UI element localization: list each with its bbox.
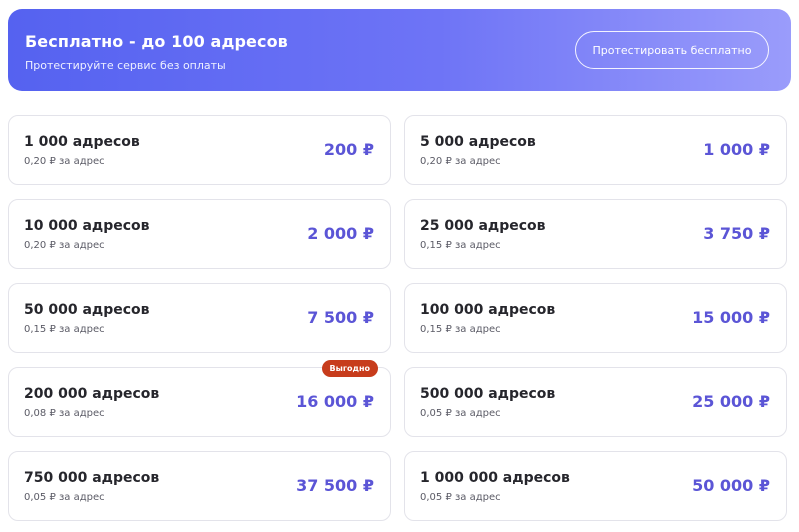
- plan-amount: 200 000 адресов: [24, 386, 160, 402]
- plan-card-10000[interactable]: 10 000 адресов 0,20 ₽ за адрес 2 000 ₽: [8, 199, 391, 269]
- plan-rate: 0,20 ₽ за адрес: [24, 156, 105, 167]
- plan-price: 16 000 ₽: [296, 392, 374, 411]
- plan-rate: 0,20 ₽ за адрес: [24, 240, 105, 251]
- plan-price: 7 500 ₽: [307, 308, 374, 327]
- plan-amount: 1 000 000 адресов: [420, 470, 570, 486]
- banner-title: Бесплатно - до 100 адресов: [25, 32, 288, 51]
- plan-rate: 0,15 ₽ за адрес: [24, 324, 105, 335]
- plan-amount: 1 000 адресов: [24, 134, 140, 150]
- plan-price: 1 000 ₽: [703, 140, 770, 159]
- plan-price: 15 000 ₽: [692, 308, 770, 327]
- plan-card-100000[interactable]: 100 000 адресов 0,15 ₽ за адрес 15 000 ₽: [404, 283, 787, 353]
- plan-amount: 25 000 адресов: [420, 218, 546, 234]
- plan-price: 37 500 ₽: [296, 476, 374, 495]
- plan-amount: 50 000 адресов: [24, 302, 150, 318]
- plan-rate: 0,15 ₽ за адрес: [420, 240, 501, 251]
- try-free-button[interactable]: Протестировать бесплатно: [575, 31, 769, 69]
- plan-amount: 100 000 адресов: [420, 302, 556, 318]
- plan-amount: 500 000 адресов: [420, 386, 556, 402]
- plan-amount: 10 000 адресов: [24, 218, 150, 234]
- plan-card-500000[interactable]: 500 000 адресов 0,05 ₽ за адрес 25 000 ₽: [404, 367, 787, 437]
- pricing-grid: 1 000 адресов 0,20 ₽ за адрес 200 ₽ 5 00…: [8, 115, 789, 521]
- plan-rate: 0,15 ₽ за адрес: [420, 324, 501, 335]
- plan-card-50000[interactable]: 50 000 адресов 0,15 ₽ за адрес 7 500 ₽: [8, 283, 391, 353]
- plan-rate: 0,08 ₽ за адрес: [24, 408, 105, 419]
- plan-card-200000[interactable]: Выгодно 200 000 адресов 0,08 ₽ за адрес …: [8, 360, 391, 437]
- free-trial-banner: Бесплатно - до 100 адресов Протестируйте…: [8, 9, 791, 91]
- plan-card-5000[interactable]: 5 000 адресов 0,20 ₽ за адрес 1 000 ₽: [404, 115, 787, 185]
- plan-amount: 750 000 адресов: [24, 470, 160, 486]
- plan-rate: 0,05 ₽ за адрес: [420, 492, 501, 503]
- plan-rate: 0,20 ₽ за адрес: [420, 156, 501, 167]
- best-value-badge: Выгодно: [321, 360, 378, 377]
- plan-price: 25 000 ₽: [692, 392, 770, 411]
- plan-amount: 5 000 адресов: [420, 134, 536, 150]
- plan-rate: 0,05 ₽ за адрес: [420, 408, 501, 419]
- plan-card-25000[interactable]: 25 000 адресов 0,15 ₽ за адрес 3 750 ₽: [404, 199, 787, 269]
- plan-card-1000000[interactable]: 1 000 000 адресов 0,05 ₽ за адрес 50 000…: [404, 451, 787, 521]
- plan-price: 200 ₽: [323, 140, 374, 159]
- plan-rate: 0,05 ₽ за адрес: [24, 492, 105, 503]
- plan-card-750000[interactable]: 750 000 адресов 0,05 ₽ за адрес 37 500 ₽: [8, 451, 391, 521]
- banner-subtitle: Протестируйте сервис без оплаты: [25, 59, 226, 72]
- plan-price: 3 750 ₽: [703, 224, 770, 243]
- plan-price: 2 000 ₽: [307, 224, 374, 243]
- plan-card-1000[interactable]: 1 000 адресов 0,20 ₽ за адрес 200 ₽: [8, 115, 391, 185]
- plan-price: 50 000 ₽: [692, 476, 770, 495]
